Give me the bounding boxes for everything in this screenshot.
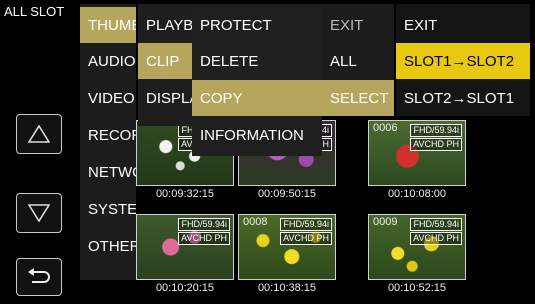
copy-option-all[interactable]: ALL bbox=[322, 43, 394, 79]
copy-option-select[interactable]: SELECT bbox=[322, 80, 394, 116]
return-arrow-icon bbox=[28, 268, 50, 283]
clip-number: 0006 bbox=[373, 122, 398, 134]
category-item-video[interactable]: VIDEO bbox=[80, 80, 136, 116]
clip-item-copy[interactable]: COPY bbox=[192, 80, 322, 116]
clip-item-protect[interactable]: PROTECT bbox=[192, 7, 322, 43]
category-item-network[interactable]: NETWORK bbox=[80, 154, 136, 190]
clip-thumbnail[interactable]: 0009 FHD/59.94i AVCHD PH bbox=[368, 214, 466, 280]
category-item-recording[interactable]: RECORDING bbox=[80, 117, 136, 153]
scroll-up-button[interactable] bbox=[16, 114, 62, 154]
clip-timecode: 00:09:32:15 bbox=[155, 188, 215, 200]
clip-timecode: 00:10:08:00 bbox=[387, 188, 447, 200]
triangle-up-icon bbox=[28, 125, 50, 143]
codec-badge: AVCHD PH bbox=[410, 138, 462, 151]
clip-thumbnail[interactable]: 0008 FHD/59.94i AVCHD PH bbox=[238, 214, 336, 280]
thumbnail-submenu: PLAYBACKCLIPDISPLAY bbox=[138, 4, 192, 126]
category-menu: THUMBNAILAUDIOVIDEORECORDINGNETWORKSYSTE… bbox=[80, 4, 136, 280]
submenu-item-playback[interactable]: PLAYBACK bbox=[138, 7, 192, 43]
clip-item-information[interactable]: INFORMATION bbox=[192, 117, 322, 153]
direction-item-exit[interactable]: EXIT bbox=[396, 7, 530, 43]
copy-direction-menu: EXIT SLOT1→SLOT2 SLOT2→SLOT1 bbox=[396, 4, 530, 116]
clip-timecode: 00:10:52:15 bbox=[387, 282, 447, 294]
submenu-item-clip[interactable]: CLIP bbox=[138, 43, 192, 79]
format-badge: FHD/59.94i bbox=[178, 218, 230, 231]
clip-thumbnail[interactable]: 0006 FHD/59.94i AVCHD PH bbox=[368, 120, 466, 186]
direction-item-slot1-to-slot2[interactable]: SLOT1→SLOT2 bbox=[396, 43, 530, 79]
category-item-thumbnail[interactable]: THUMBNAIL bbox=[80, 7, 136, 43]
triangle-down-icon bbox=[28, 204, 50, 222]
format-badge: FHD/59.94i bbox=[410, 124, 462, 137]
codec-badge: AVCHD PH bbox=[280, 232, 332, 245]
format-badge: FHD/59.94i bbox=[410, 218, 462, 231]
clip-timecode: 00:10:20:15 bbox=[155, 282, 215, 294]
codec-badge: AVCHD PH bbox=[410, 232, 462, 245]
category-item-audio[interactable]: AUDIO bbox=[80, 43, 136, 79]
category-item-system[interactable]: SYSTEM bbox=[80, 191, 136, 227]
category-item-others[interactable]: OTHERS bbox=[80, 228, 136, 264]
submenu-item-display[interactable]: DISPLAY bbox=[138, 80, 192, 116]
clip-thumbnail[interactable]: FHD/59.94iAVCHD PH bbox=[136, 214, 234, 280]
clip-timecode: 00:10:38:15 bbox=[257, 282, 317, 294]
copy-options-menu: EXIT ALL SELECT bbox=[322, 4, 394, 116]
clip-submenu: PROTECT DELETE COPY INFORMATION bbox=[192, 4, 322, 156]
clip-timecode: 00:09:50:15 bbox=[257, 188, 317, 200]
scroll-down-button[interactable] bbox=[16, 193, 62, 233]
format-badge: FHD/59.94i bbox=[280, 218, 332, 231]
clip-item-delete[interactable]: DELETE bbox=[192, 43, 322, 79]
codec-badge: AVCHD PH bbox=[178, 232, 230, 245]
slot-label: ALL SLOT bbox=[4, 4, 65, 19]
copy-option-exit[interactable]: EXIT bbox=[322, 7, 394, 43]
back-button[interactable] bbox=[16, 258, 62, 296]
direction-item-slot2-to-slot1[interactable]: SLOT2→SLOT1 bbox=[396, 80, 530, 116]
clip-number: 0009 bbox=[373, 216, 398, 228]
clip-number: 0008 bbox=[243, 216, 268, 228]
